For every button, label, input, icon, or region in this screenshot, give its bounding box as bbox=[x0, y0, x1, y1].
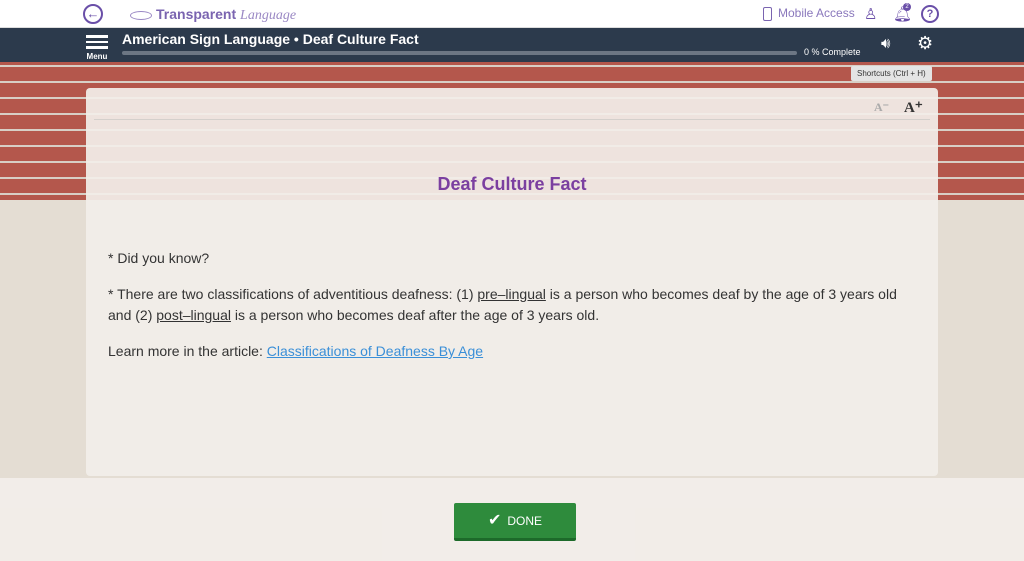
page-title: American Sign Language • Deaf Culture Fa… bbox=[122, 31, 419, 47]
speaker-icon[interactable]: 🔊︎ bbox=[881, 35, 890, 52]
menu-button[interactable]: Menu bbox=[86, 32, 108, 61]
mobile-access-link[interactable]: Mobile Access bbox=[763, 6, 855, 21]
help-icon[interactable]: ? bbox=[921, 5, 939, 23]
paragraph: Learn more in the article: Classificatio… bbox=[108, 343, 484, 359]
user-icon[interactable]: ♙ bbox=[864, 5, 877, 23]
font-decrease-button[interactable]: A⁻ bbox=[874, 100, 889, 115]
gear-icon[interactable]: ⚙ bbox=[917, 33, 933, 54]
term-pre-lingual: pre–lingual bbox=[477, 286, 546, 302]
back-arrow-icon[interactable]: ← bbox=[83, 4, 103, 24]
paragraph: * Did you know? bbox=[108, 250, 210, 266]
done-button[interactable]: ✔ DONE bbox=[454, 503, 576, 541]
progress-text: 0 % Complete bbox=[804, 47, 861, 57]
phone-icon bbox=[763, 6, 772, 21]
term-post-lingual: post–lingual bbox=[156, 307, 231, 323]
shortcuts-tooltip: Shortcuts (Ctrl + H) bbox=[851, 66, 932, 81]
check-icon: ✔ bbox=[487, 512, 502, 529]
content-card: A⁻ A⁺ Deaf Culture Fact * Did you know? … bbox=[86, 88, 938, 476]
divider bbox=[94, 119, 930, 120]
progress-bar bbox=[122, 51, 797, 55]
font-increase-button[interactable]: A⁺ bbox=[904, 98, 923, 117]
logo: Transparent Language bbox=[130, 6, 296, 24]
top-bar: ← Transparent Language Mobile Access ♙ 🔔… bbox=[0, 0, 1024, 28]
notification-badge: 2 bbox=[903, 3, 911, 11]
heading: Deaf Culture Fact bbox=[437, 174, 587, 194]
paragraph: * There are two classifications of adven… bbox=[108, 286, 897, 323]
article-link[interactable]: Classifications of Deafness By Age bbox=[267, 343, 483, 359]
nav-bar: Menu American Sign Language • Deaf Cultu… bbox=[0, 28, 1024, 62]
